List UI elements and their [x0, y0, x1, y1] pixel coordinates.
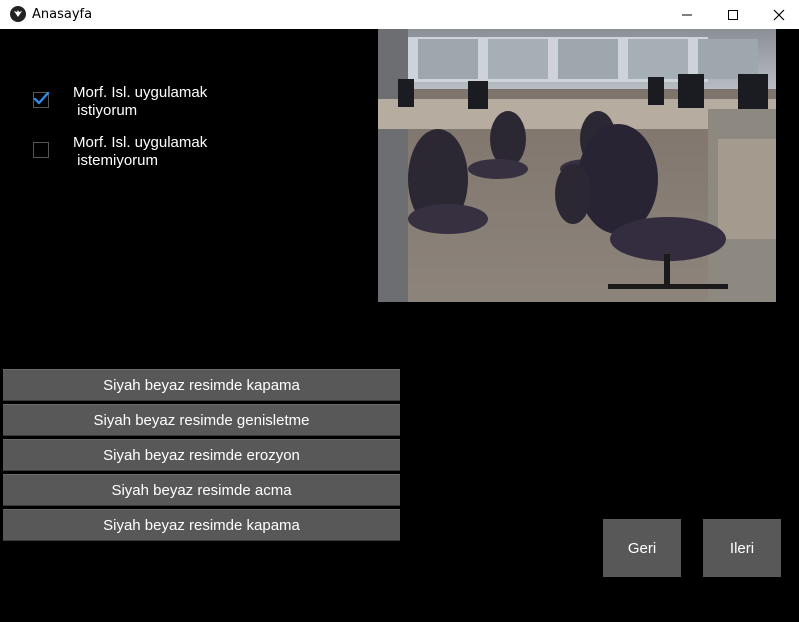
no-apply-checkbox[interactable] — [33, 142, 49, 158]
next-button[interactable]: Ileri — [703, 519, 781, 577]
office-photo — [378, 29, 776, 302]
op-dilation-button[interactable]: Siyah beyaz resimde genisletme — [3, 404, 400, 436]
apply-label-line2: istiyorum — [73, 102, 138, 119]
back-button[interactable]: Geri — [603, 519, 681, 577]
minimize-icon — [682, 14, 692, 15]
no-apply-label-line2: istemiyorum — [73, 152, 159, 169]
apply-label: Morf. Isl. uygulamak istiyorum — [73, 84, 273, 120]
option-apply-morphology[interactable]: Morf. Isl. uygulamak istiyorum — [33, 84, 207, 119]
checkmark-icon — [33, 91, 49, 105]
close-button[interactable] — [756, 0, 799, 29]
no-apply-label-line1: Morf. Isl. uygulamak — [73, 134, 208, 151]
app-logo-icon — [10, 6, 26, 22]
option-no-morphology[interactable]: Morf. Isl. uygulamak istemiyorum — [33, 134, 207, 169]
title-bar[interactable]: Anasayfa — [0, 0, 799, 29]
apply-label-line1: Morf. Isl. uygulamak — [73, 84, 208, 101]
minimize-button[interactable] — [664, 0, 710, 29]
op-closing-2-button[interactable]: Siyah beyaz resimde kapama — [3, 509, 400, 541]
close-icon — [773, 9, 785, 20]
apply-checkbox[interactable] — [33, 91, 49, 108]
maximize-button[interactable] — [710, 0, 756, 29]
maximize-icon — [728, 9, 738, 20]
op-erosion-button[interactable]: Siyah beyaz resimde erozyon — [3, 439, 400, 471]
window-title: Anasayfa — [32, 7, 93, 22]
op-opening-button[interactable]: Siyah beyaz resimde acma — [3, 474, 400, 506]
op-closing-button[interactable]: Siyah beyaz resimde kapama — [3, 369, 400, 401]
no-apply-label: Morf. Isl. uygulamak istemiyorum — [73, 134, 273, 170]
main-area: Morf. Isl. uygulamak istiyorum Morf. Isl… — [0, 29, 799, 622]
